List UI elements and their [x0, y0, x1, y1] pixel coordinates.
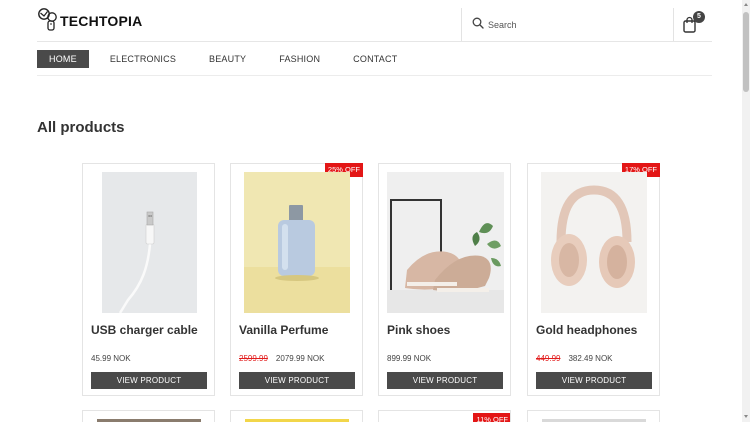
view-product-button[interactable]: VIEW PRODUCT: [536, 372, 652, 389]
header-divider: [37, 41, 712, 42]
product-image[interactable]: [541, 172, 647, 313]
product-card[interactable]: 17% OFF Gold headphones 449.99 382.49 NOK…: [527, 163, 660, 396]
cart-count-badge: 5: [693, 11, 705, 23]
product-price: 45.99 NOK: [91, 354, 131, 363]
logo-text: TECHTOPIA: [60, 12, 143, 29]
old-price: 449.99: [536, 354, 561, 363]
search-bar: [461, 8, 674, 41]
nav-item-home[interactable]: HOME: [37, 50, 89, 68]
product-card[interactable]: USB charger cable 45.99 NOK VIEW PRODUCT: [82, 163, 215, 396]
page-title: All products: [37, 119, 125, 136]
product-card[interactable]: [230, 410, 363, 422]
view-product-button[interactable]: VIEW PRODUCT: [387, 372, 503, 389]
view-product-button[interactable]: VIEW PRODUCT: [239, 372, 355, 389]
scroll-down-icon[interactable]: [744, 415, 748, 418]
scrollbar-thumb[interactable]: [743, 12, 749, 92]
product-name[interactable]: USB charger cable: [91, 323, 198, 337]
product-image[interactable]: [244, 172, 350, 313]
product-name[interactable]: Vanilla Perfume: [239, 323, 328, 337]
product-card[interactable]: 25% OFF Vanilla Perfume 2599.99 2079.99 N…: [230, 163, 363, 396]
current-price: 382.49 NOK: [568, 354, 613, 363]
product-image[interactable]: [387, 172, 504, 313]
product-price: 899.99 NOK: [387, 354, 431, 363]
page-scrollbar[interactable]: [742, 0, 750, 422]
current-price: 45.99 NOK: [91, 354, 131, 363]
product-price: 449.99 382.49 NOK: [536, 354, 613, 363]
product-price: 2599.99 2079.99 NOK: [239, 354, 324, 363]
main-nav: HOME ELECTRONICS BEAUTY FASHION CONTACT: [37, 50, 418, 68]
view-product-button[interactable]: VIEW PRODUCT: [91, 372, 207, 389]
product-card[interactable]: Pink shoes 899.99 NOK VIEW PRODUCT: [378, 163, 511, 396]
product-name[interactable]: Pink shoes: [387, 323, 450, 337]
nav-item-beauty[interactable]: BEAUTY: [197, 50, 258, 68]
nav-item-fashion[interactable]: FASHION: [267, 50, 332, 68]
product-image[interactable]: [102, 172, 197, 313]
search-input[interactable]: [488, 19, 658, 30]
logo-icon: [37, 7, 59, 31]
product-card[interactable]: 11% OFF: [378, 410, 511, 422]
product-card[interactable]: [527, 410, 660, 422]
current-price: 899.99 NOK: [387, 354, 432, 363]
discount-badge: 11% OFF: [473, 413, 510, 422]
logo[interactable]: TECHTOPIA: [37, 7, 142, 31]
cart-button[interactable]: 5: [682, 11, 706, 35]
scroll-up-icon[interactable]: [744, 3, 748, 6]
old-price: 2599.99: [239, 354, 268, 363]
site-header: TECHTOPIA 5: [0, 0, 742, 42]
nav-item-electronics[interactable]: ELECTRONICS: [98, 50, 188, 68]
product-name[interactable]: Gold headphones: [536, 323, 637, 337]
product-card[interactable]: [82, 410, 215, 422]
nav-divider: [37, 75, 712, 76]
search-icon[interactable]: [472, 16, 484, 34]
nav-item-contact[interactable]: CONTACT: [341, 50, 409, 68]
current-price: 2079.99 NOK: [275, 354, 325, 363]
